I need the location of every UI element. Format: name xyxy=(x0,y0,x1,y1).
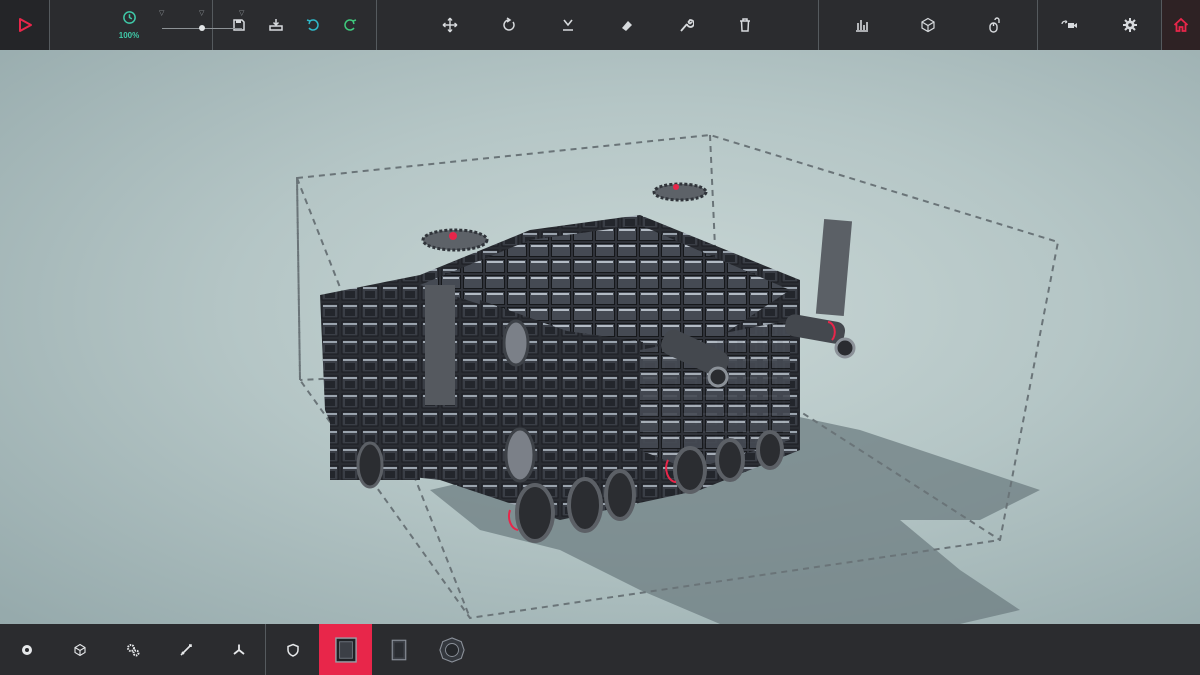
armour-plate-block-icon xyxy=(331,633,361,667)
file-tools xyxy=(213,0,377,50)
home-icon xyxy=(1173,17,1189,32)
category-basic-button[interactable] xyxy=(0,624,53,675)
play-button[interactable] xyxy=(10,10,40,40)
load-icon xyxy=(269,19,283,31)
redo-icon xyxy=(343,19,356,31)
settings-icon xyxy=(1123,18,1138,32)
camera-icon xyxy=(1061,20,1077,28)
structural-block-icon xyxy=(73,643,86,656)
undo-button[interactable] xyxy=(298,10,328,40)
timescale-slider-knob[interactable] xyxy=(199,25,205,31)
mouse-lock-icon xyxy=(989,17,1000,33)
wrench-icon xyxy=(680,19,694,32)
weapons-icon xyxy=(179,643,192,656)
rotate-icon xyxy=(503,17,515,31)
save-icon xyxy=(233,19,246,31)
eraser-tool-button[interactable] xyxy=(612,10,642,40)
block-armour-plate[interactable] xyxy=(319,624,372,675)
timescale-control: 100% ▽ ▽ ▽ xyxy=(50,0,244,50)
basic-blocks-icon xyxy=(21,644,32,655)
flight-propeller-icon xyxy=(232,644,245,655)
redo-button[interactable] xyxy=(335,10,365,40)
category-weapons-button[interactable] xyxy=(159,624,212,675)
camera-button[interactable] xyxy=(1054,10,1084,40)
play-icon xyxy=(18,18,32,32)
cube-view-icon xyxy=(921,17,935,33)
cube-view-button[interactable] xyxy=(913,10,943,40)
round-armour-block-icon xyxy=(437,633,467,667)
translate-tool-button[interactable] xyxy=(435,10,465,40)
category-structural-button[interactable] xyxy=(53,624,106,675)
undo-icon xyxy=(306,19,319,31)
stats-button[interactable] xyxy=(847,10,877,40)
build-viewport[interactable] xyxy=(0,50,1200,624)
armour-shield-icon xyxy=(286,643,299,657)
load-button[interactable] xyxy=(261,10,291,40)
wooden-panel-block-icon xyxy=(384,633,414,667)
category-armour-button[interactable] xyxy=(265,624,319,675)
mouse-lock-button[interactable] xyxy=(979,10,1009,40)
category-mechanical-button[interactable] xyxy=(106,624,159,675)
trash-icon xyxy=(739,18,750,32)
mirror-tool-button[interactable] xyxy=(553,10,583,40)
view-tools xyxy=(819,0,1038,50)
eraser-icon xyxy=(621,21,632,31)
home-segment xyxy=(1162,0,1200,50)
top-toolbar: 100% ▽ ▽ ▽ xyxy=(0,0,1200,50)
machine-scene xyxy=(295,133,1060,624)
mirror-icon xyxy=(563,19,574,31)
timescale-value: 100% xyxy=(118,31,140,40)
category-flight-button[interactable] xyxy=(212,624,265,675)
wrench-tool-button[interactable] xyxy=(671,10,701,40)
block-category-bar xyxy=(0,624,1200,675)
slider-tick: ▽ xyxy=(159,10,165,17)
delete-button[interactable] xyxy=(730,10,760,40)
timescale-clock-icon[interactable] xyxy=(116,10,142,30)
mechanical-gears-icon xyxy=(126,643,139,656)
build-tools xyxy=(377,0,819,50)
block-wooden-panel[interactable] xyxy=(372,624,425,675)
rotate-tool-button[interactable] xyxy=(494,10,524,40)
play-segment xyxy=(0,0,50,50)
block-round-armour[interactable] xyxy=(425,624,478,675)
stats-icon xyxy=(856,20,868,32)
slider-tick: ▽ xyxy=(199,10,205,17)
slider-tick: ▽ xyxy=(239,10,245,17)
translate-icon xyxy=(442,17,458,33)
camera-tools xyxy=(1038,0,1162,50)
settings-button[interactable] xyxy=(1115,10,1145,40)
home-button[interactable] xyxy=(1166,10,1196,40)
